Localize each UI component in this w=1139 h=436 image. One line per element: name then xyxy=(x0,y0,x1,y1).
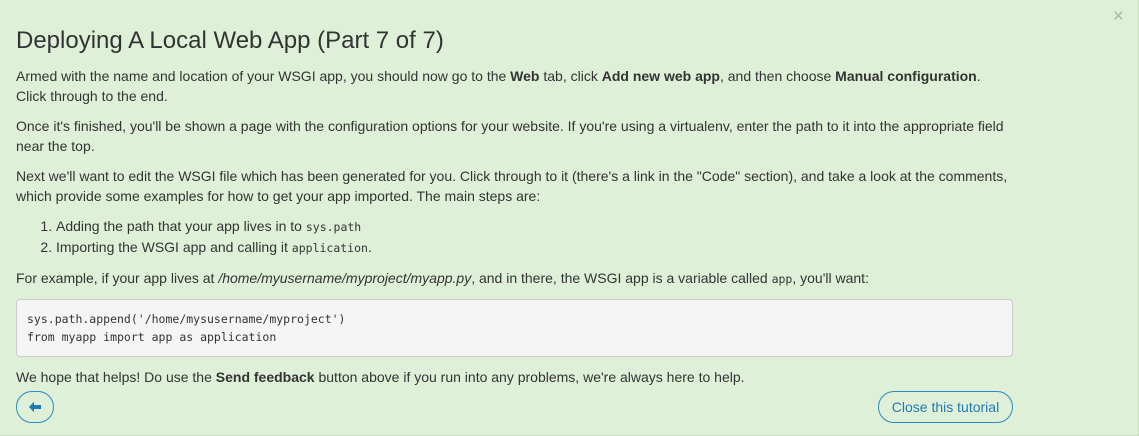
intro-paragraph: Armed with the name and location of your… xyxy=(16,66,1013,106)
example-text-1: For example, if your app lives at xyxy=(16,270,219,286)
steps-list: Adding the path that your app lives in t… xyxy=(16,216,1013,258)
closing-text-1: We hope that helps! Do use the xyxy=(16,369,216,385)
config-paragraph: Once it's finished, you'll be shown a pa… xyxy=(16,118,1004,154)
intro-text-1: Armed with the name and location of your… xyxy=(16,68,511,84)
dismiss-icon[interactable]: × xyxy=(1113,7,1124,26)
example-code: app xyxy=(771,272,793,286)
intro-text-2: tab, click xyxy=(539,68,602,84)
step-text: Adding the path that your app lives in t… xyxy=(56,218,306,234)
step-suffix: . xyxy=(367,239,372,255)
code-block[interactable]: sys.path.append('/home/mysusername/mypro… xyxy=(16,299,1013,357)
example-text-3: , you'll want: xyxy=(792,270,869,286)
list-item: Importing the WSGI app and calling it ap… xyxy=(56,237,1013,258)
code-line-2: from myapp import app as application xyxy=(27,330,277,344)
wsgi-paragraph: Next we'll want to edit the WSGI file wh… xyxy=(16,168,1008,204)
code-line-1: sys.path.append('/home/mysusername/mypro… xyxy=(27,312,346,326)
list-item: Adding the path that your app lives in t… xyxy=(56,216,1013,237)
send-feedback-label: Send feedback xyxy=(215,369,315,385)
tutorial-panel: × Deploying A Local Web App (Part 7 of 7… xyxy=(0,0,1139,436)
example-paragraph: For example, if your app lives at /home/… xyxy=(16,268,1013,289)
step-code: application xyxy=(291,241,368,255)
intro-text-3: , and then choose xyxy=(719,68,836,84)
example-path: /home/myusername/myproject/myapp.py xyxy=(218,270,472,286)
back-button[interactable] xyxy=(16,391,54,423)
step-text: Importing the WSGI app and calling it xyxy=(56,239,292,255)
closing-paragraph: We hope that helps! Do use the Send feed… xyxy=(16,367,1013,387)
add-web-app-label: Add new web app xyxy=(601,68,720,84)
close-tutorial-button[interactable]: Close this tutorial xyxy=(878,391,1013,423)
web-tab-label: Web xyxy=(510,68,540,84)
manual-config-label: Manual configuration xyxy=(835,68,977,84)
example-text-2: , and in there, the WSGI app is a variab… xyxy=(471,270,772,286)
closing-text-2: button above if you run into any problem… xyxy=(314,369,745,385)
step-code: sys.path xyxy=(305,220,362,234)
tutorial-content: Deploying A Local Web App (Part 7 of 7) … xyxy=(16,28,1013,397)
page-title: Deploying A Local Web App (Part 7 of 7) xyxy=(16,27,444,54)
arrow-left-icon xyxy=(29,401,41,413)
